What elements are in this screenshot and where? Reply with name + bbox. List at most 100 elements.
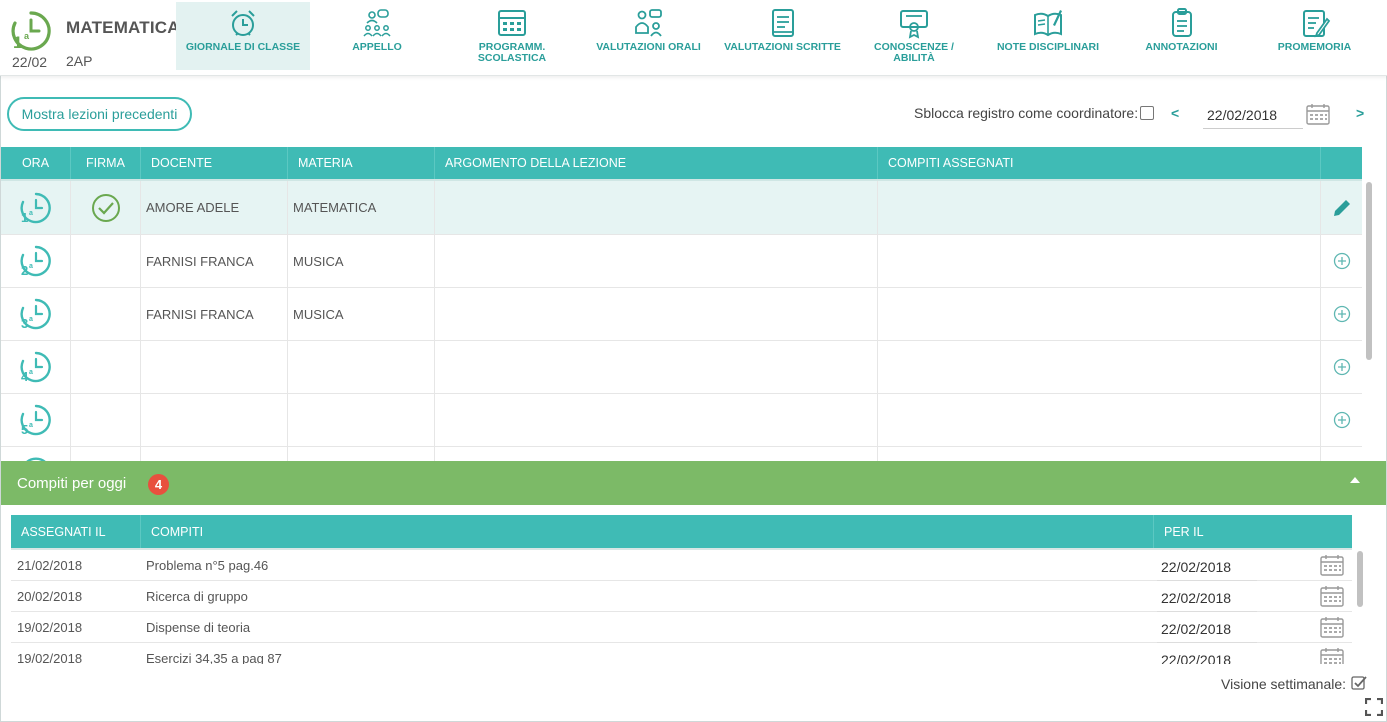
action-cell[interactable]	[1321, 235, 1362, 287]
assigned-date-cell: 19/02/2018	[17, 619, 83, 635]
next-day-arrow[interactable]: >	[1356, 105, 1364, 121]
nav-conoscenze-abilita[interactable]: CONOSCENZE / ABILITÀ	[848, 2, 980, 70]
homework-cell[interactable]	[878, 341, 1321, 393]
weekly-view-checkbox[interactable]	[1351, 675, 1367, 691]
calendar-icon[interactable]	[1320, 616, 1344, 638]
nav-annotazioni[interactable]: ANNOTAZIONI	[1116, 2, 1247, 70]
due-date-field[interactable]: 22/02/2018	[1157, 647, 1257, 664]
homework-row[interactable]: 19/02/2018 Esercizi 34,35 a pag 87 22/02/2…	[11, 643, 1352, 664]
due-date-field[interactable]: 22/02/2018	[1157, 616, 1257, 643]
lesson-row[interactable]: 3 a FARNISI FRANCA MUSICA	[1, 288, 1362, 341]
homework-scrollbar[interactable]	[1355, 549, 1365, 664]
hour-number: 3	[21, 316, 28, 331]
homework-cell[interactable]	[878, 235, 1321, 287]
teacher-cell: FARNISI FRANCA	[141, 235, 288, 287]
topic-cell[interactable]	[435, 288, 878, 340]
nav-promemoria[interactable]: PROMEMORIA	[1247, 2, 1382, 70]
assigned-date-cell: 19/02/2018	[17, 650, 83, 665]
lesson-row[interactable]: 2 a FARNISI FRANCA MUSICA	[1, 235, 1362, 288]
calendar-icon[interactable]	[1320, 585, 1344, 607]
hour-cell: 2a	[1, 235, 71, 287]
due-date-field[interactable]: 22/02/2018	[1157, 585, 1257, 612]
signature-cell[interactable]	[71, 181, 141, 234]
homework-count-badge: 4	[148, 474, 169, 495]
teacher-cell	[141, 394, 288, 446]
hour-number: 4	[21, 369, 29, 384]
column-assegnati-il: ASSEGNATI IL	[11, 515, 141, 548]
action-cell[interactable]	[1321, 341, 1362, 393]
add-lesson-icon[interactable]	[1333, 305, 1351, 323]
lessons-scrollbar[interactable]	[1364, 180, 1374, 461]
current-hour-number: 1	[13, 33, 22, 52]
class-group-icon	[363, 9, 391, 37]
show-previous-lessons-button[interactable]: Mostra lezioni precedenti	[7, 97, 192, 131]
homework-row[interactable]: 20/02/2018 Ricerca di gruppo 22/02/2018	[11, 581, 1352, 612]
nav-label: APPELLO	[352, 41, 402, 53]
teacher-cell	[141, 341, 288, 393]
column-ora: ORA	[1, 147, 71, 179]
homework-cell[interactable]	[878, 288, 1321, 340]
collapse-panel-icon[interactable]	[1350, 477, 1360, 483]
homework-row[interactable]: 21/02/2018 Problema n°5 pag.46 22/02/2018	[11, 550, 1352, 581]
alarm-clock-icon	[231, 10, 255, 36]
column-compiti-assegnati: COMPITI ASSEGNATI	[878, 147, 1321, 179]
nav-valutazioni-scritte[interactable]: VALUTAZIONI SCRITTE	[717, 2, 848, 70]
nav-label: VALUTAZIONI SCRITTE	[724, 41, 841, 53]
nav-label: CONOSCENZE / ABILITÀ	[874, 41, 954, 64]
due-date-calendar[interactable]	[1320, 585, 1344, 612]
unlock-coordinator-checkbox[interactable]	[1140, 106, 1154, 120]
register-date-field[interactable]: 22/02/2018	[1203, 101, 1303, 129]
add-lesson-icon[interactable]	[1333, 358, 1351, 376]
lesson-row[interactable]: 5a	[1, 394, 1362, 447]
edit-pencil-icon[interactable]	[1331, 197, 1353, 219]
task-cell: Ricerca di gruppo	[146, 588, 248, 604]
action-cell[interactable]	[1321, 394, 1362, 446]
topic-cell[interactable]	[435, 394, 878, 446]
nav-valutazioni-orali[interactable]: VALUTAZIONI ORALI	[580, 2, 717, 70]
topic-cell[interactable]	[435, 181, 878, 234]
clipboard-icon	[1171, 8, 1192, 37]
subject-cell	[288, 341, 435, 393]
homework-cell[interactable]	[878, 181, 1321, 234]
signature-cell[interactable]	[71, 288, 141, 340]
calendar-icon[interactable]	[1306, 103, 1330, 125]
add-lesson-icon[interactable]	[1333, 252, 1351, 270]
homework-row[interactable]: 19/02/2018 Dispense di teoria 22/02/2018	[11, 612, 1352, 643]
hour-cell: 5a	[1, 394, 71, 446]
calendar-icon[interactable]	[1320, 647, 1344, 664]
teacher-cell: AMORE ADELE	[141, 181, 288, 234]
column-docente: DOCENTE	[141, 147, 288, 179]
nav-programmazione-scolastica[interactable]: PROGRAMM. SCOLASTICA	[444, 2, 580, 70]
calendar-icon[interactable]	[1320, 554, 1344, 576]
lessons-table-body: 1 a AMORE ADELE MATEMATICA 2 a FARNISI FRANCA M…	[1, 179, 1362, 461]
top-bar: 1 a 22/02 MATEMATICA 2AP GIORNALE DI CLA…	[0, 0, 1387, 76]
previous-day-arrow[interactable]: <	[1171, 105, 1179, 121]
due-date-calendar[interactable]	[1320, 647, 1344, 664]
due-date-field[interactable]: 22/02/2018	[1157, 554, 1257, 581]
homework-cell[interactable]	[878, 394, 1321, 446]
action-cell[interactable]	[1321, 181, 1362, 234]
lesson-row[interactable]: 1 a AMORE ADELE MATEMATICA	[1, 181, 1362, 235]
due-date-calendar[interactable]	[1320, 616, 1344, 643]
action-cell[interactable]	[1321, 288, 1362, 340]
signature-cell[interactable]	[71, 341, 141, 393]
fullscreen-icon[interactable]	[1365, 698, 1383, 716]
signature-cell[interactable]	[71, 394, 141, 446]
topic-cell[interactable]	[435, 341, 878, 393]
topic-cell[interactable]	[435, 235, 878, 287]
nav-appello[interactable]: APPELLO	[310, 2, 444, 70]
hour-clock-icon: 2a	[19, 245, 51, 278]
nav-note-disciplinari[interactable]: NOTE DISCIPLINARI	[980, 2, 1116, 70]
signature-cell[interactable]	[71, 235, 141, 287]
nav-label: PROGRAMM. SCOLASTICA	[477, 41, 547, 64]
hour-clock-icon: 4a	[19, 351, 51, 384]
due-date-calendar[interactable]	[1320, 554, 1344, 581]
hour-suffix: a	[29, 369, 33, 376]
nav-giornale-di-classe[interactable]: GIORNALE DI CLASSE	[176, 2, 310, 70]
hour-suffix: a	[29, 316, 33, 323]
lesson-row[interactable]: 4a	[1, 341, 1362, 394]
hour-clock-icon: 1a	[19, 192, 51, 225]
homework-panel-header[interactable]: Compiti per oggi 4	[1, 461, 1386, 505]
nav-label: NOTE DISCIPLINARI	[996, 41, 1100, 53]
add-lesson-icon[interactable]	[1333, 411, 1351, 429]
